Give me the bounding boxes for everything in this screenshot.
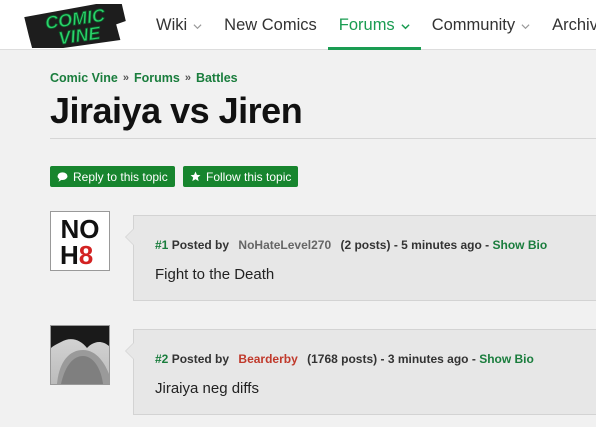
- avatar-text-h: H: [60, 240, 79, 270]
- user-photo-avatar: [51, 326, 109, 384]
- posted-by-label: Posted by: [171, 238, 230, 252]
- nav-archive[interactable]: Archive: [541, 0, 596, 50]
- nav-community[interactable]: Community: [421, 0, 541, 50]
- posted-by-label: Posted by: [171, 352, 230, 366]
- breadcrumb-comic-vine[interactable]: Comic Vine: [50, 71, 118, 85]
- post-count: (2 posts): [340, 238, 391, 252]
- post-username[interactable]: Bearderby: [238, 352, 297, 366]
- reply-button-label: Reply to this topic: [73, 169, 168, 184]
- post-meta: #1 Posted by NoHateLevel270 (2 posts) - …: [155, 238, 547, 252]
- title-divider: [50, 138, 596, 139]
- post-1: #1 Posted by NoHateLevel270 (2 posts) - …: [125, 215, 596, 301]
- noh8-avatar-image: NO H8: [51, 212, 109, 270]
- breadcrumb-separator: »: [122, 72, 129, 84]
- breadcrumb-separator: »: [184, 72, 191, 84]
- post-count: (1768 posts): [307, 352, 378, 366]
- show-bio-link[interactable]: Show Bio: [493, 238, 548, 252]
- breadcrumb-forums[interactable]: Forums: [134, 71, 180, 85]
- nav-forums-label: Forums: [338, 15, 395, 34]
- chevron-down-icon: [521, 23, 530, 29]
- follow-topic-button[interactable]: Follow this topic: [183, 166, 299, 187]
- show-bio-link[interactable]: Show Bio: [479, 352, 534, 366]
- follow-button-label: Follow this topic: [206, 169, 292, 184]
- avatar-text-8: 8: [79, 240, 93, 270]
- nav-wiki[interactable]: Wiki: [145, 0, 213, 50]
- nav-archive-label: Archive: [552, 15, 596, 34]
- post-body: Jiraiya neg diffs: [155, 380, 259, 397]
- speech-bubble-icon: [57, 171, 68, 182]
- nav-community-label: Community: [431, 15, 516, 34]
- post-number[interactable]: #1: [155, 238, 168, 252]
- post-body: Fight to the Death: [155, 266, 275, 283]
- reply-to-topic-button[interactable]: Reply to this topic: [50, 166, 175, 187]
- nav-wiki-label: Wiki: [156, 15, 188, 34]
- breadcrumb: Comic Vine » Forums » Battles: [50, 71, 238, 85]
- nav-new-comics[interactable]: New Comics: [213, 0, 328, 50]
- breadcrumb-battles[interactable]: Battles: [196, 71, 238, 85]
- comic-vine-logo[interactable]: COMIC VINE: [20, 4, 132, 48]
- svg-text:H8: H8: [60, 240, 93, 270]
- chevron-down-icon: [193, 23, 202, 29]
- post-username[interactable]: NoHateLevel270: [238, 238, 331, 252]
- star-icon: [190, 171, 201, 182]
- post-number[interactable]: #2: [155, 352, 168, 366]
- chevron-down-icon: [401, 23, 410, 29]
- post-2: #2 Posted by Bearderby (1768 posts) - 3 …: [125, 329, 596, 415]
- site-header: COMIC VINE Wiki New Comics Forums Commun…: [0, 0, 596, 50]
- avatar[interactable]: [50, 325, 110, 385]
- page-title: Jiraiya vs Jiren: [50, 90, 303, 131]
- main-nav: Wiki New Comics Forums Community Archive: [145, 0, 596, 50]
- nav-forums[interactable]: Forums: [327, 0, 421, 50]
- avatar[interactable]: NO H8: [50, 211, 110, 271]
- post-time: - 5 minutes ago -: [393, 238, 490, 252]
- post-time: - 3 minutes ago -: [380, 352, 476, 366]
- nav-new-comics-label: New Comics: [224, 15, 317, 34]
- post-meta: #2 Posted by Bearderby (1768 posts) - 3 …: [155, 352, 534, 366]
